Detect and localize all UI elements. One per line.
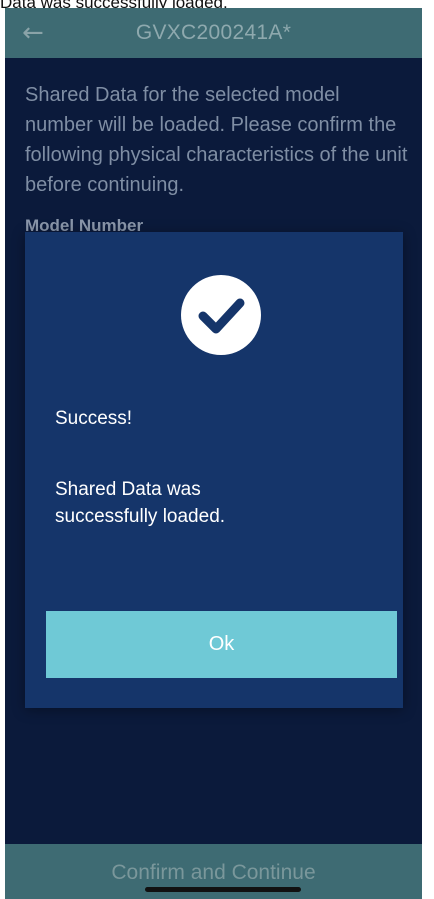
check-circle-icon	[181, 275, 261, 355]
app-header: GVXC200241A* ←	[5, 8, 422, 58]
intro-text: Shared Data for the selected model numbe…	[25, 84, 408, 196]
app-screen: GVXC200241A* ← Shared Data for the selec…	[5, 8, 422, 899]
page-title: GVXC200241A*	[135, 21, 292, 44]
dialog-title: Success!	[55, 408, 133, 429]
ok-button[interactable]: Ok	[46, 611, 397, 678]
arrow-left-icon[interactable]: ←	[22, 18, 52, 48]
dialog-message: Shared Data was successfully loaded.	[55, 479, 226, 527]
checkmark-icon	[198, 298, 245, 334]
home-indicator[interactable]	[145, 887, 301, 892]
top-caption: Data was successfully loaded.	[0, 0, 434, 8]
success-dialog: Success! Shared Data was successfully lo…	[25, 232, 403, 708]
